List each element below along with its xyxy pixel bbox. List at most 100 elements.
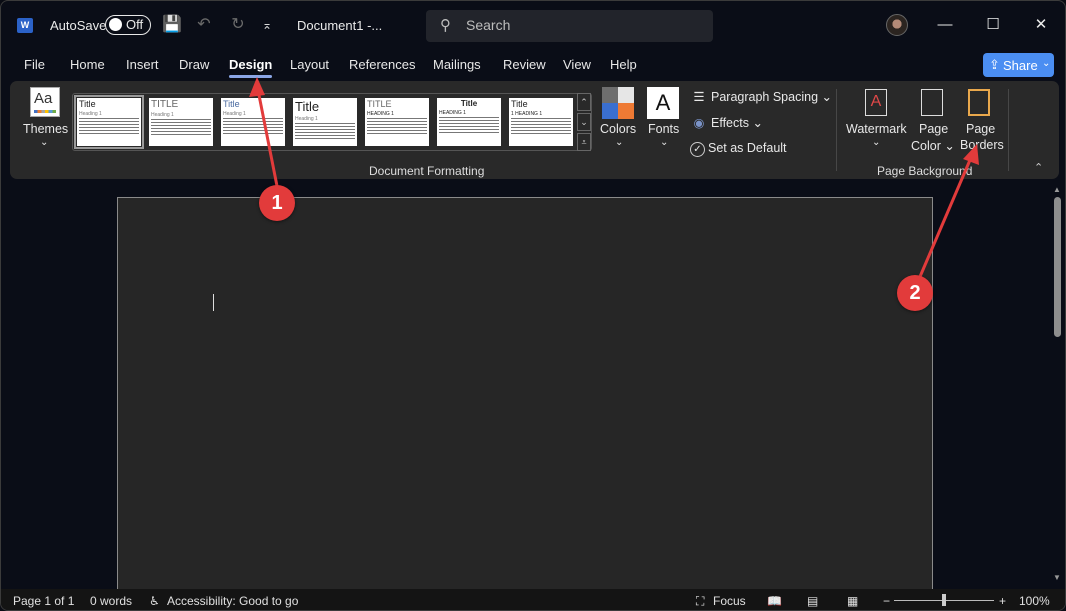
zoom-slider-thumb[interactable] (942, 594, 946, 606)
fonts-icon: A (647, 87, 679, 119)
document-formatting-group-label: Document Formatting (369, 164, 485, 178)
fonts-label: Fonts (648, 122, 680, 136)
autosave-label: AutoSave (50, 18, 107, 33)
accessibility-status[interactable]: Accessibility: Good to go (167, 594, 298, 608)
chevron-down-icon: ⌄ (40, 137, 49, 148)
share-button[interactable]: ⇪ Share ⌄ (983, 53, 1054, 77)
page-borders-button[interactable]: Page Borders (958, 81, 1004, 157)
watermark-icon: A (865, 89, 887, 116)
search-input[interactable] (466, 17, 696, 33)
tab-help[interactable]: Help (610, 57, 637, 72)
tab-draw[interactable]: Draw (179, 57, 209, 72)
page-color-button[interactable]: Page Color ⌄ (908, 81, 956, 157)
watermark-button[interactable]: A Watermark ⌄ (844, 81, 908, 157)
scroll-up-icon[interactable]: ▲ (1053, 185, 1061, 194)
themes-button[interactable]: Aa Themes ⌄ (20, 81, 70, 157)
style-set-item[interactable]: TITLE Heading 1 (149, 98, 213, 146)
effects-button[interactable]: ◉ Effects ⌄ (690, 115, 763, 130)
customize-qat-icon[interactable]: ⌅ (257, 15, 277, 35)
save-icon[interactable]: 💾 (161, 15, 183, 35)
print-layout-icon[interactable]: ▤ (807, 594, 818, 608)
tab-view[interactable]: View (563, 57, 591, 72)
share-icon: ⇪ (989, 57, 1000, 72)
tab-home[interactable]: Home (70, 57, 105, 72)
colors-button[interactable]: Colors ⌄ (598, 81, 640, 157)
scroll-down-icon[interactable]: ▼ (1053, 573, 1061, 582)
paint-bucket-icon (921, 89, 943, 116)
gallery-scroll-down-button[interactable]: ⌄ (577, 113, 591, 131)
zoom-level[interactable]: 100% (1019, 594, 1050, 608)
style-set-item[interactable]: Title 1 HEADING 1 (509, 98, 573, 146)
word-app-icon: W (17, 18, 33, 33)
colors-label: Colors (600, 122, 637, 136)
tab-references[interactable]: References (349, 57, 415, 72)
document-page[interactable] (117, 197, 933, 597)
effects-icon: ◉ (693, 116, 705, 130)
fonts-button[interactable]: A Fonts ⌄ (642, 81, 684, 157)
tab-file[interactable]: File (24, 57, 45, 72)
tab-mailings[interactable]: Mailings (433, 57, 481, 72)
share-label: Share (1003, 58, 1038, 73)
group-separator (1008, 89, 1009, 171)
set-as-default-button[interactable]: ✓ Set as Default (690, 141, 787, 157)
focus-icon: ⛶ (696, 594, 705, 608)
user-avatar[interactable] (886, 14, 908, 36)
style-set-gallery: Title Heading 1 TITLE Heading 1 Title He… (72, 93, 592, 151)
redo-icon[interactable]: ↻ (227, 15, 249, 35)
autosave-state: Off (126, 17, 144, 32)
annotation-badge-2: 2 (897, 275, 933, 311)
word-window: W AutoSave Off 💾 ↶ ↻ ⌅ Document1 -... ⚲ … (0, 0, 1066, 611)
style-set-item[interactable]: Title Heading 1 (293, 98, 357, 146)
search-box[interactable]: ⚲ (426, 10, 713, 42)
tab-layout[interactable]: Layout (290, 57, 329, 72)
paragraph-spacing-button[interactable]: ☰ Paragraph Spacing ⌄ (690, 89, 832, 104)
undo-icon[interactable]: ↶ (189, 15, 219, 35)
gallery-more-button[interactable]: ⩡ (577, 133, 591, 151)
scrollbar-thumb[interactable] (1054, 197, 1061, 337)
web-layout-icon[interactable]: ▦ (847, 594, 858, 608)
title-bar: W AutoSave Off 💾 ↶ ↻ ⌅ Document1 -... ⚲ … (1, 1, 1065, 49)
minimize-button[interactable]: — (925, 11, 965, 39)
style-set-item[interactable]: TITLE HEADING 1 (365, 98, 429, 146)
vertical-scrollbar[interactable]: ▲ ▼ (1049, 183, 1065, 586)
toggle-knob (109, 18, 122, 31)
text-cursor (213, 294, 214, 311)
themes-icon: Aa (30, 87, 60, 117)
ribbon-design: Aa Themes ⌄ Title Heading 1 TITLE Headin… (10, 81, 1059, 179)
zoom-in-button[interactable]: + (999, 594, 1006, 608)
checkmark-circle-icon: ✓ (690, 142, 705, 157)
close-button[interactable]: ✕ (1021, 11, 1061, 39)
style-set-item[interactable]: Title Heading 1 (221, 98, 285, 146)
document-canvas (1, 183, 1049, 597)
tab-insert[interactable]: Insert (126, 57, 159, 72)
tab-design[interactable]: Design (229, 57, 273, 78)
colors-icon (602, 87, 634, 119)
chevron-down-icon: ⌄ (872, 137, 881, 148)
style-set-item[interactable]: Title HEADING 1 (437, 98, 501, 146)
gallery-scroll-up-button[interactable]: ⌃ (577, 93, 591, 111)
page-borders-icon (968, 89, 990, 116)
ribbon-tabs: File Home Insert Draw Design Layout Refe… (1, 53, 1065, 79)
style-set-item[interactable]: Title Heading 1 (74, 95, 144, 149)
chevron-down-icon: ⌄ (660, 137, 669, 148)
word-count[interactable]: 0 words (90, 594, 132, 608)
zoom-out-button[interactable]: − (883, 594, 890, 608)
themes-label: Themes (23, 122, 69, 136)
watermark-label: Watermark (846, 122, 907, 136)
annotation-badge-1: 1 (259, 185, 295, 221)
collapse-ribbon-icon[interactable]: ⌃ (1034, 161, 1043, 174)
tab-review[interactable]: Review (503, 57, 546, 72)
group-separator (836, 89, 837, 171)
status-bar: Page 1 of 1 0 words ♿ Accessibility: Goo… (1, 589, 1065, 610)
page-background-group-label: Page Background (877, 164, 973, 178)
document-title[interactable]: Document1 -... (297, 18, 382, 33)
chevron-down-icon: ⌄ (1042, 58, 1051, 69)
page-count[interactable]: Page 1 of 1 (13, 594, 74, 608)
search-icon: ⚲ (440, 17, 451, 34)
maximize-button[interactable]: ☐ (973, 11, 1013, 39)
focus-button[interactable]: Focus (713, 594, 746, 608)
paragraph-spacing-icon: ☰ (693, 90, 705, 104)
chevron-down-icon: ⌄ (615, 137, 624, 148)
autosave-toggle[interactable]: Off (105, 15, 151, 35)
read-mode-icon[interactable]: 📖 (767, 594, 782, 608)
